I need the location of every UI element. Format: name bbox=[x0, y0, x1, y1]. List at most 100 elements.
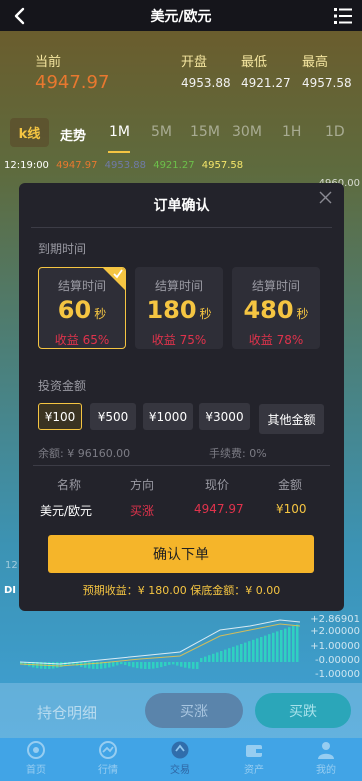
macd-bar bbox=[108, 662, 111, 668]
macd-bar bbox=[224, 649, 227, 662]
tab-1h[interactable]: 1H bbox=[282, 124, 301, 140]
macd-bar bbox=[188, 662, 191, 669]
col-name: 名称 bbox=[57, 478, 82, 492]
option-yield: 收益 78% bbox=[248, 333, 304, 347]
macd-label-5: -1.00000 bbox=[315, 669, 360, 680]
amount-100-button[interactable]: ¥100 bbox=[38, 403, 82, 430]
macd-bar bbox=[192, 662, 195, 669]
order-price: 4947.97 bbox=[194, 502, 244, 516]
macd-bar bbox=[204, 656, 207, 662]
ohlc-ticker: 12:19:00 4947.97 4953.88 4921.27 4957.58 bbox=[4, 160, 247, 171]
tab-market[interactable]: 行情 bbox=[88, 740, 128, 776]
tab-15m[interactable]: 15M bbox=[190, 124, 220, 140]
quote-panel: 当前 4947.97 开盘 4953.88 最低 4921.27 最高 4957… bbox=[0, 31, 362, 109]
macd-bar bbox=[112, 662, 115, 667]
macd-bar bbox=[176, 662, 179, 666]
holdings-link[interactable]: 持仓明细 bbox=[37, 702, 97, 723]
tab-1d[interactable]: 1D bbox=[325, 124, 345, 140]
tab-label: 我的 bbox=[316, 765, 336, 776]
macd-bar bbox=[284, 628, 287, 662]
macd-bar bbox=[180, 662, 183, 667]
macd-bar bbox=[232, 646, 235, 662]
macd-bar bbox=[240, 644, 243, 662]
top-bar: 美元/欧元 bbox=[0, 0, 362, 31]
tab-label: 交易 bbox=[170, 765, 190, 776]
tab-me[interactable]: 我的 bbox=[306, 740, 346, 776]
tab-trade[interactable]: 交易 bbox=[160, 740, 200, 776]
macd-bar bbox=[84, 662, 87, 668]
expected-profit-text: 预期收益：¥ 180.00 保底金额：¥ 0.00 bbox=[82, 584, 281, 597]
macd-bar bbox=[220, 651, 223, 662]
macd-bar bbox=[160, 662, 163, 668]
order-confirm-dialog: 订单确认 到期时间 结算时间 60 秒 收益 65% 结算时间 180 秒 收益 7… bbox=[19, 183, 344, 611]
page-title: 美元/欧元 bbox=[150, 8, 212, 25]
back-arrow-icon[interactable] bbox=[9, 5, 31, 27]
option-seconds: 180 秒 bbox=[146, 296, 212, 324]
macd-bar bbox=[140, 662, 143, 669]
macd-label-3: +1.00000 bbox=[310, 641, 360, 652]
chart-side-label-2: DI bbox=[4, 585, 17, 596]
buy-up-button[interactable]: 买涨 bbox=[145, 693, 243, 728]
macd-bar bbox=[292, 625, 295, 662]
macd-histogram bbox=[20, 624, 299, 669]
expiry-option-180[interactable]: 结算时间 180 秒 收益 75% bbox=[135, 267, 223, 349]
amount-other-button[interactable]: 其他金额 bbox=[259, 404, 324, 434]
macd-chart bbox=[19, 619, 301, 669]
option-label: 结算时间 bbox=[251, 279, 300, 293]
tab-30m[interactable]: 30M bbox=[232, 124, 262, 140]
option-label: 结算时间 bbox=[154, 279, 203, 293]
current-label: 当前 bbox=[35, 55, 62, 70]
macd-bar bbox=[248, 641, 251, 662]
macd-bar bbox=[164, 662, 167, 667]
macd-bar bbox=[116, 662, 119, 666]
macd-label-2: +2.00000 bbox=[310, 626, 360, 637]
expiry-label: 到期时间 bbox=[38, 242, 87, 256]
current-price: 4947.97 bbox=[35, 72, 110, 93]
tab-assets[interactable]: 资产 bbox=[234, 740, 274, 776]
macd-bar bbox=[264, 635, 267, 662]
macd-bar bbox=[148, 662, 151, 669]
high-label: 最高 bbox=[302, 55, 329, 70]
macd-bar bbox=[196, 662, 199, 669]
low-label: 最低 bbox=[241, 55, 268, 70]
tab-kline[interactable]: k线 bbox=[10, 118, 49, 147]
option-seconds: 60 秒 bbox=[57, 296, 107, 324]
confirm-order-button[interactable]: 确认下单 bbox=[48, 535, 314, 573]
high-value: 4957.58 bbox=[302, 76, 352, 90]
buy-down-button[interactable]: 买跌 bbox=[255, 693, 351, 728]
divider bbox=[33, 465, 330, 466]
list-menu-icon[interactable] bbox=[333, 6, 353, 26]
macd-bar bbox=[124, 662, 127, 666]
expiry-option-60[interactable]: 结算时间 60 秒 收益 65% bbox=[38, 267, 126, 349]
macd-bar bbox=[56, 662, 59, 668]
divider bbox=[31, 227, 332, 228]
col-amount: 金额 bbox=[278, 478, 303, 492]
amount-500-button[interactable]: ¥500 bbox=[90, 403, 136, 430]
expiry-option-480[interactable]: 结算时间 480 秒 收益 78% bbox=[232, 267, 320, 349]
tab-5m[interactable]: 5M bbox=[151, 124, 172, 140]
macd-bar bbox=[268, 634, 271, 662]
low-value: 4921.27 bbox=[241, 76, 291, 90]
macd-bar bbox=[228, 648, 231, 662]
amount-1000-button[interactable]: ¥1000 bbox=[143, 403, 193, 430]
dialog-title: 订单确认 bbox=[153, 198, 210, 214]
macd-bar bbox=[120, 662, 123, 665]
user-icon bbox=[318, 742, 334, 759]
ticker-value-3: 4921.27 bbox=[153, 160, 195, 171]
macd-bar bbox=[144, 662, 147, 669]
tab-label: 资产 bbox=[244, 765, 264, 776]
market-icon bbox=[99, 741, 117, 759]
order-direction: 买涨 bbox=[130, 504, 155, 518]
open-label: 开盘 bbox=[181, 55, 208, 70]
macd-bar bbox=[216, 652, 219, 662]
macd-bar bbox=[184, 662, 187, 668]
tab-home[interactable]: 首页 bbox=[16, 740, 56, 776]
ticker-value-4: 4957.58 bbox=[201, 160, 244, 171]
tab-1m[interactable]: 1M bbox=[109, 124, 130, 140]
macd-bar bbox=[280, 630, 283, 662]
balance-text: 余额: ¥ 96160.00 bbox=[38, 447, 131, 460]
ticker-time: 12:19:00 bbox=[4, 160, 49, 171]
amount-3000-button[interactable]: ¥3000 bbox=[199, 403, 250, 430]
macd-label-1: +2.86901 bbox=[310, 614, 360, 625]
tab-trend[interactable]: 走势 bbox=[60, 125, 86, 144]
